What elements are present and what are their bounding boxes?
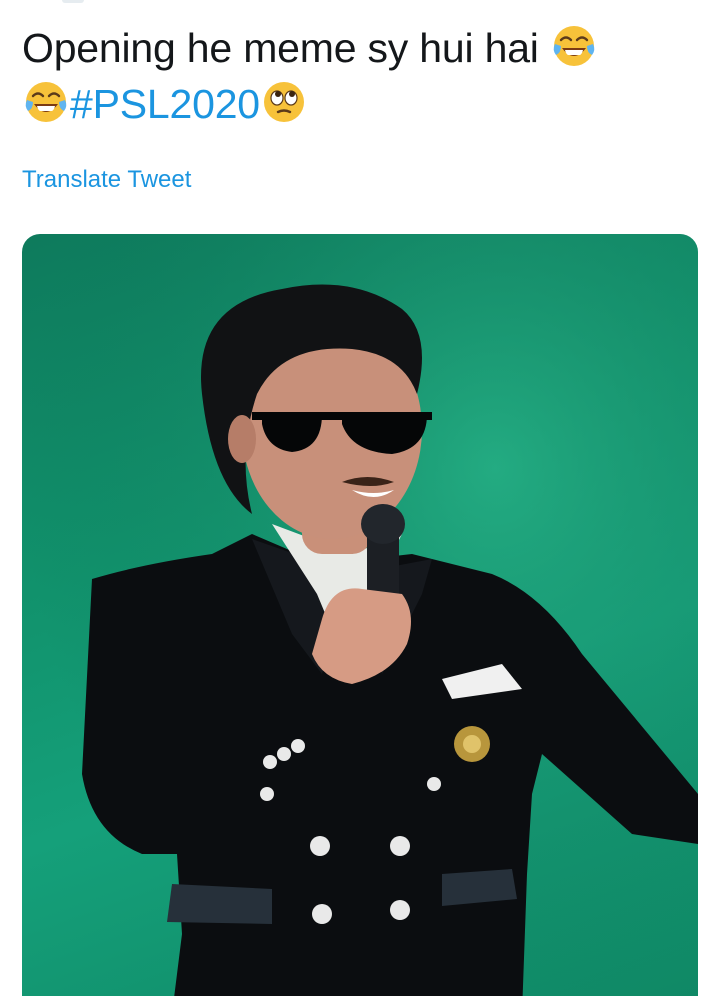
hashtag-link[interactable]: #PSL2020 [70, 81, 260, 127]
photo-illustration [22, 234, 698, 996]
tears-of-joy-emoji-icon [553, 26, 595, 66]
translate-tweet-link[interactable]: Translate Tweet [22, 166, 191, 194]
tweet-text: Opening he meme sy hui hai #PSL2020 [22, 20, 702, 132]
tweet-line-1: Opening he meme sy hui hai [22, 20, 702, 76]
tweet-media-image[interactable] [22, 234, 698, 996]
tears-of-joy-emoji-icon [25, 82, 67, 122]
rolling-eyes-emoji-icon [263, 82, 304, 122]
tweet-body-text: Opening he meme sy hui hai [22, 25, 539, 71]
tweet-line-2: #PSL2020 [22, 76, 702, 132]
previous-avatar-edge [62, 0, 84, 3]
